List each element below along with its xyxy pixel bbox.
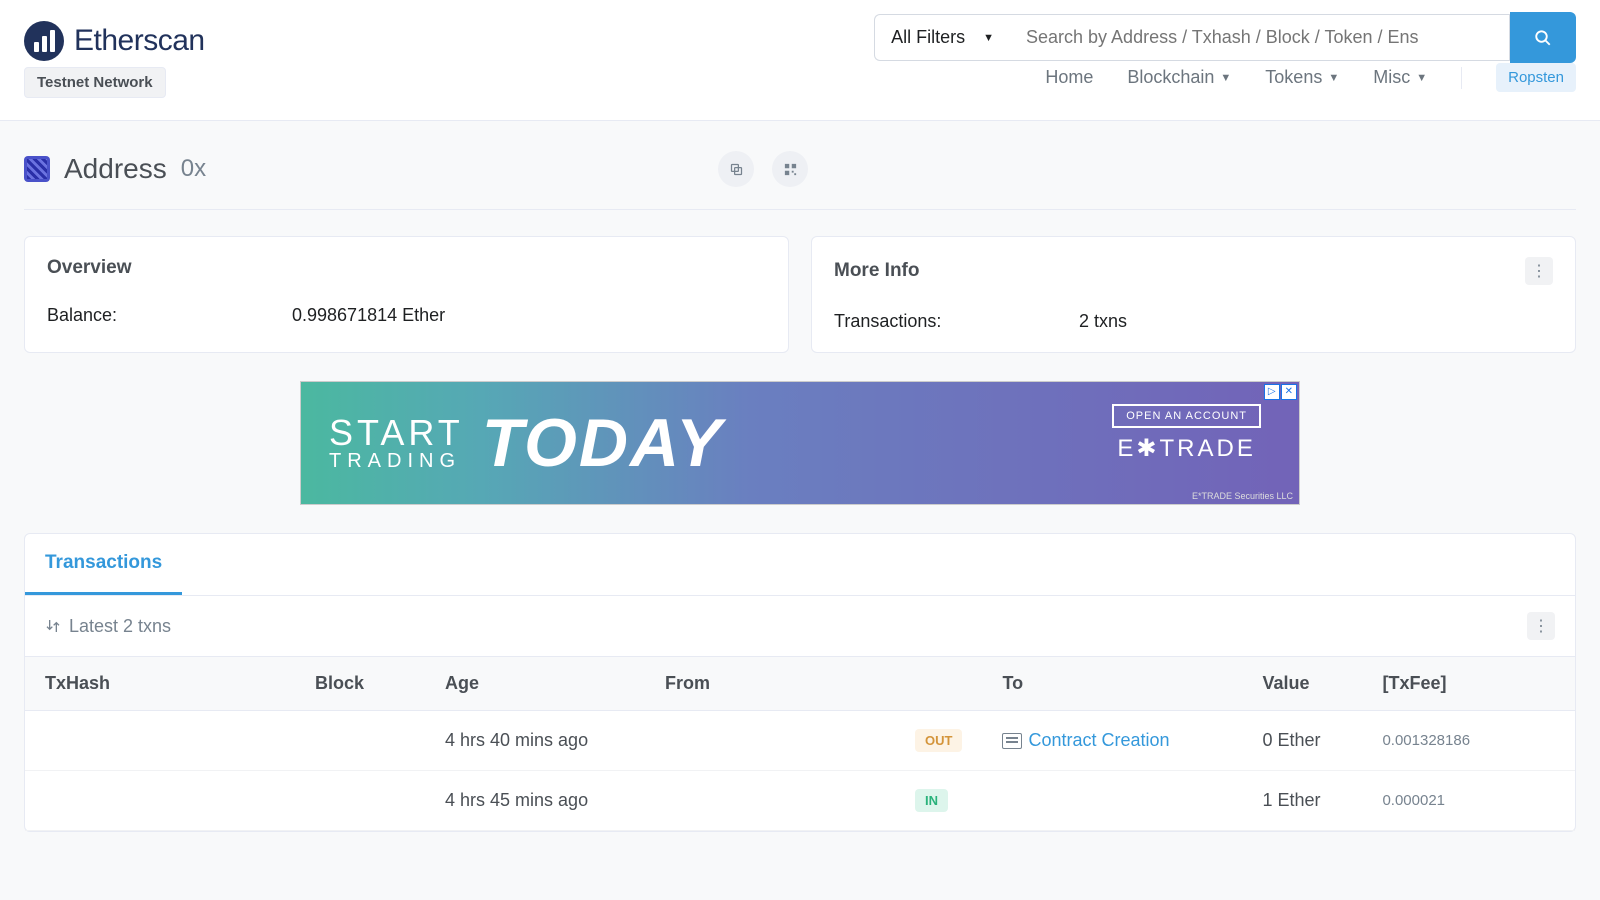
cell-to: Contract Creation — [982, 711, 1242, 771]
logo-text: Etherscan — [74, 24, 205, 58]
cell-value: 1 Ether — [1242, 771, 1362, 831]
address-value: 0x — [181, 155, 206, 183]
table-row: 4 hrs 40 mins ago OUT Contract Creation 0 E… — [25, 711, 1575, 771]
sort-icon — [45, 618, 61, 634]
nav-divider — [1461, 67, 1462, 89]
cell-hash[interactable] — [25, 711, 295, 771]
ad-banner[interactable]: ▷✕ STARTTRADING TODAY OPEN AN ACCOUNT E✱… — [300, 381, 1300, 505]
cell-fee: 0.001328186 — [1362, 711, 1575, 771]
chevron-down-icon: ▼ — [1416, 72, 1427, 84]
cell-dir: IN — [895, 771, 982, 831]
contract-icon — [1002, 733, 1022, 749]
tx-menu[interactable]: ⋮ — [1527, 612, 1555, 640]
sort-label: Latest 2 txns — [69, 616, 171, 637]
nav-misc[interactable]: Misc▼ — [1373, 67, 1427, 88]
th-from: From — [645, 657, 895, 711]
th-to: To — [982, 657, 1242, 711]
search-filter-dropdown[interactable]: All Filters ▼ — [874, 14, 1010, 61]
direction-badge: OUT — [915, 729, 962, 752]
cell-age: 4 hrs 45 mins ago — [425, 771, 645, 831]
chevron-down-icon: ▼ — [983, 32, 994, 44]
to-link[interactable]: Contract Creation — [1028, 730, 1169, 750]
network-badge[interactable]: Ropsten — [1496, 63, 1576, 92]
th-fee: [TxFee] — [1362, 657, 1575, 711]
cell-block[interactable] — [295, 771, 425, 831]
cell-from[interactable] — [645, 771, 895, 831]
more-info-card: More Info ⋮ Transactions: 2 txns — [811, 236, 1576, 353]
th-txhash: TxHash — [25, 657, 295, 711]
overview-card: Overview Balance: 0.998671814 Ether — [24, 236, 789, 353]
testnet-badge: Testnet Network — [24, 67, 166, 98]
search-input[interactable] — [1010, 14, 1510, 61]
th-value: Value — [1242, 657, 1362, 711]
nav-tokens[interactable]: Tokens▼ — [1265, 67, 1339, 88]
ad-choices-icon[interactable]: ▷✕ — [1264, 384, 1297, 400]
balance-label: Balance: — [47, 305, 292, 326]
tx-table: TxHash Block Age From To Value [TxFee] 4… — [25, 656, 1575, 831]
logo-icon — [24, 21, 64, 61]
cell-age: 4 hrs 40 mins ago — [425, 711, 645, 771]
cell-hash[interactable] — [25, 771, 295, 831]
tab-transactions[interactable]: Transactions — [25, 534, 182, 595]
logo[interactable]: Etherscan — [24, 21, 205, 61]
cell-block[interactable] — [295, 711, 425, 771]
direction-badge: IN — [915, 789, 948, 812]
chevron-down-icon: ▼ — [1220, 72, 1231, 84]
ad-cta: OPEN AN ACCOUNT — [1112, 404, 1261, 428]
copy-button[interactable] — [718, 151, 754, 187]
kebab-icon: ⋮ — [1531, 261, 1547, 281]
ad-brand: E✱TRADE — [1112, 434, 1261, 463]
nav-home[interactable]: Home — [1045, 67, 1093, 88]
qr-button[interactable] — [772, 151, 808, 187]
tx-count-label: Transactions: — [834, 311, 1079, 332]
nav-blockchain[interactable]: Blockchain▼ — [1127, 67, 1231, 88]
more-info-title: More Info — [834, 260, 920, 282]
cell-dir: OUT — [895, 711, 982, 771]
th-dir — [895, 657, 982, 711]
chevron-down-icon: ▼ — [1328, 72, 1339, 84]
tx-count-value: 2 txns — [1079, 311, 1127, 332]
balance-value: 0.998671814 Ether — [292, 305, 445, 326]
qr-icon — [783, 162, 798, 177]
filter-label: All Filters — [891, 27, 965, 48]
th-age: Age — [425, 657, 645, 711]
cell-fee: 0.000021 — [1362, 771, 1575, 831]
overview-title: Overview — [47, 257, 132, 279]
table-row: 4 hrs 45 mins ago IN 1 Ether0.000021 — [25, 771, 1575, 831]
cell-value: 0 Ether — [1242, 711, 1362, 771]
address-identicon — [24, 156, 50, 182]
search-icon — [1534, 29, 1552, 47]
page-title: Address — [64, 153, 167, 185]
more-info-menu[interactable]: ⋮ — [1525, 257, 1553, 285]
kebab-icon: ⋮ — [1533, 616, 1549, 636]
th-block: Block — [295, 657, 425, 711]
copy-icon — [729, 162, 744, 177]
search-button[interactable] — [1510, 12, 1576, 63]
cell-from[interactable] — [645, 711, 895, 771]
cell-to — [982, 771, 1242, 831]
